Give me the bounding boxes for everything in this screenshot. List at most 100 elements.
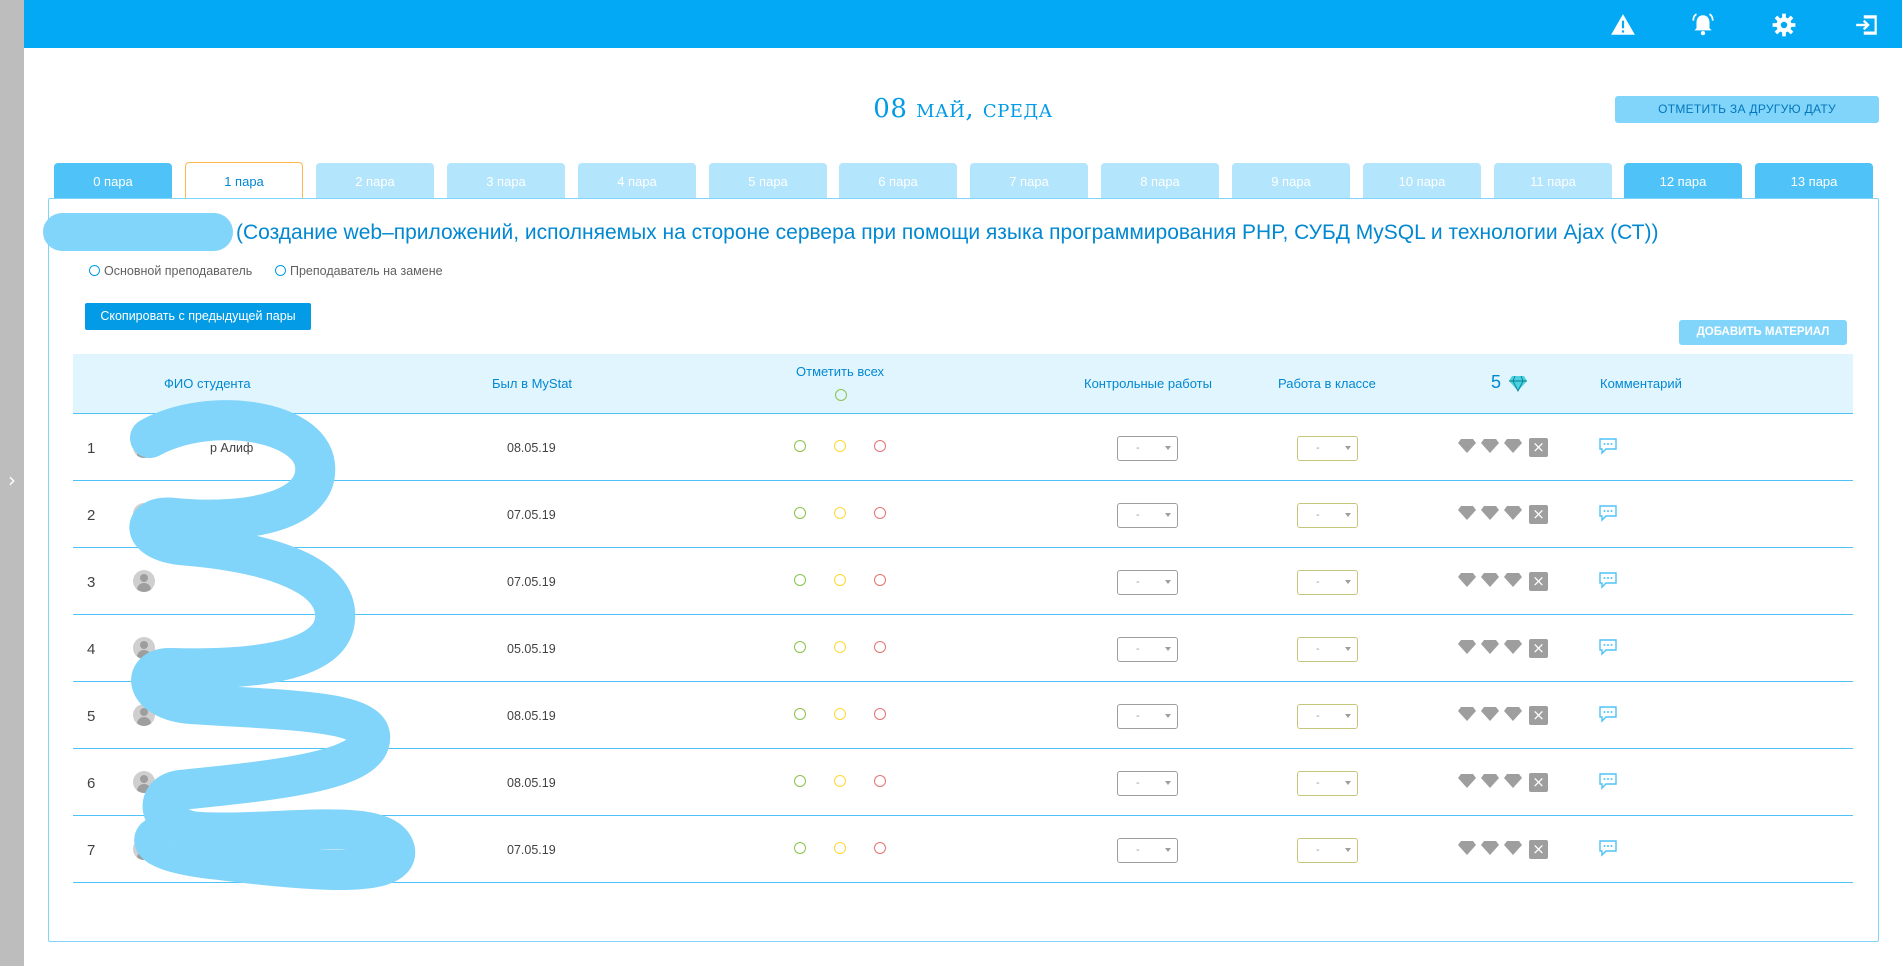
classwork-grade-select[interactable]: - (1297, 637, 1358, 662)
mark-late[interactable] (834, 641, 846, 653)
gem-icon[interactable] (1481, 438, 1499, 454)
classwork-grade-select[interactable]: - (1297, 838, 1358, 863)
mark-present[interactable] (794, 775, 806, 787)
tab-5[interactable]: 5 пара (709, 163, 827, 199)
mark-absent[interactable] (874, 507, 886, 519)
logout-icon[interactable] (1854, 12, 1880, 38)
gem-icon[interactable] (1458, 639, 1476, 655)
classwork-grade-select[interactable]: - (1297, 503, 1358, 528)
tab-0[interactable]: 0 пара (54, 163, 172, 199)
tab-10[interactable]: 10 пара (1363, 163, 1481, 199)
clear-gems-icon[interactable]: × (1529, 639, 1548, 658)
gem-icon[interactable] (1458, 706, 1476, 722)
other-date-button[interactable]: Отметить за другую дату (1615, 96, 1879, 123)
gem-icon[interactable] (1481, 572, 1499, 588)
comment-icon[interactable] (1598, 437, 1618, 455)
test-grade-select[interactable]: - (1117, 570, 1178, 595)
classwork-grade-select[interactable]: - (1297, 570, 1358, 595)
classwork-grade-select[interactable]: - (1297, 771, 1358, 796)
gem-icon[interactable] (1481, 706, 1499, 722)
comment-icon[interactable] (1598, 638, 1618, 656)
comment-icon[interactable] (1598, 839, 1618, 857)
mark-late[interactable] (834, 440, 846, 452)
comment-icon[interactable] (1598, 772, 1618, 790)
classwork-grade-select[interactable]: - (1297, 704, 1358, 729)
mark-present[interactable] (794, 708, 806, 720)
mark-absent[interactable] (874, 641, 886, 653)
comment-icon[interactable] (1598, 571, 1618, 589)
clear-gems-icon[interactable]: × (1529, 438, 1548, 457)
mark-late[interactable] (834, 708, 846, 720)
clear-gems-icon[interactable]: × (1529, 505, 1548, 524)
tab-2[interactable]: 2 пара (316, 163, 434, 199)
clear-gems-icon[interactable]: × (1529, 706, 1548, 725)
mark-present[interactable] (794, 641, 806, 653)
comment-icon[interactable] (1598, 504, 1618, 522)
gem-icon[interactable] (1481, 505, 1499, 521)
test-grade-select[interactable]: - (1117, 704, 1178, 729)
gem-icon[interactable] (1481, 840, 1499, 856)
mark-present[interactable] (794, 440, 806, 452)
test-grade-select[interactable]: - (1117, 436, 1178, 461)
test-grade-select[interactable]: - (1117, 838, 1178, 863)
add-material-button[interactable]: Добавить материал (1679, 320, 1847, 345)
clear-gems-icon[interactable]: × (1529, 773, 1548, 792)
mark-absent[interactable] (874, 775, 886, 787)
radio-main-teacher[interactable]: Основной преподаватель (89, 264, 252, 278)
table-row: 6 08.05.19 - - × (73, 749, 1853, 816)
mark-late[interactable] (834, 775, 846, 787)
top-bar (24, 0, 1902, 48)
classwork-grade-select[interactable]: - (1297, 436, 1358, 461)
mark-absent[interactable] (874, 842, 886, 854)
chevron-right-icon[interactable]: › (5, 470, 19, 490)
copy-previous-button[interactable]: Скопировать с предыдущей пары (85, 303, 311, 330)
gem-icon[interactable] (1481, 773, 1499, 789)
mark-absent[interactable] (874, 574, 886, 586)
tab-9[interactable]: 9 пара (1232, 163, 1350, 199)
tab-7[interactable]: 7 пара (970, 163, 1088, 199)
bell-icon[interactable] (1690, 12, 1716, 38)
mark-present[interactable] (794, 574, 806, 586)
tab-11[interactable]: 11 пара (1494, 163, 1612, 199)
tab-8[interactable]: 8 пара (1101, 163, 1219, 199)
gem-icon[interactable] (1458, 840, 1476, 856)
mark-late[interactable] (834, 574, 846, 586)
test-grade-select[interactable]: - (1117, 771, 1178, 796)
mark-present[interactable] (794, 507, 806, 519)
gem-icon[interactable] (1481, 639, 1499, 655)
mark-present[interactable] (794, 842, 806, 854)
tab-1[interactable]: 1 пара (185, 162, 303, 200)
mark-late[interactable] (834, 507, 846, 519)
mark-absent[interactable] (874, 708, 886, 720)
radio-circle[interactable] (89, 265, 100, 276)
gem-icon[interactable] (1504, 773, 1522, 789)
tab-12[interactable]: 12 пара (1624, 163, 1742, 199)
radio-substitute-teacher[interactable]: Преподаватель на замене (275, 264, 443, 278)
test-grade-select[interactable]: - (1117, 637, 1178, 662)
test-grade-select[interactable]: - (1117, 503, 1178, 528)
warning-icon[interactable] (1610, 12, 1636, 38)
gem-icon[interactable] (1458, 505, 1476, 521)
tab-4[interactable]: 4 пара (578, 163, 696, 199)
mark-absent[interactable] (874, 440, 886, 452)
gem-icon[interactable] (1504, 438, 1522, 454)
gem-icon[interactable] (1504, 639, 1522, 655)
tab-3[interactable]: 3 пара (447, 163, 565, 199)
gear-icon[interactable] (1771, 12, 1797, 38)
clear-gems-icon[interactable]: × (1529, 840, 1548, 859)
radio-circle[interactable] (275, 265, 286, 276)
select-value: - (1136, 710, 1140, 722)
clear-gems-icon[interactable]: × (1529, 572, 1548, 591)
gem-icon[interactable] (1504, 505, 1522, 521)
gem-icon[interactable] (1458, 773, 1476, 789)
comment-icon[interactable] (1598, 705, 1618, 723)
mark-late[interactable] (834, 842, 846, 854)
gem-icon[interactable] (1504, 572, 1522, 588)
gem-icon[interactable] (1458, 572, 1476, 588)
tab-6[interactable]: 6 пара (839, 163, 957, 199)
mark-all-circle[interactable] (835, 389, 847, 401)
gem-icon[interactable] (1458, 438, 1476, 454)
tab-13[interactable]: 13 пара (1755, 163, 1873, 199)
gem-icon[interactable] (1504, 706, 1522, 722)
gem-icon[interactable] (1504, 840, 1522, 856)
